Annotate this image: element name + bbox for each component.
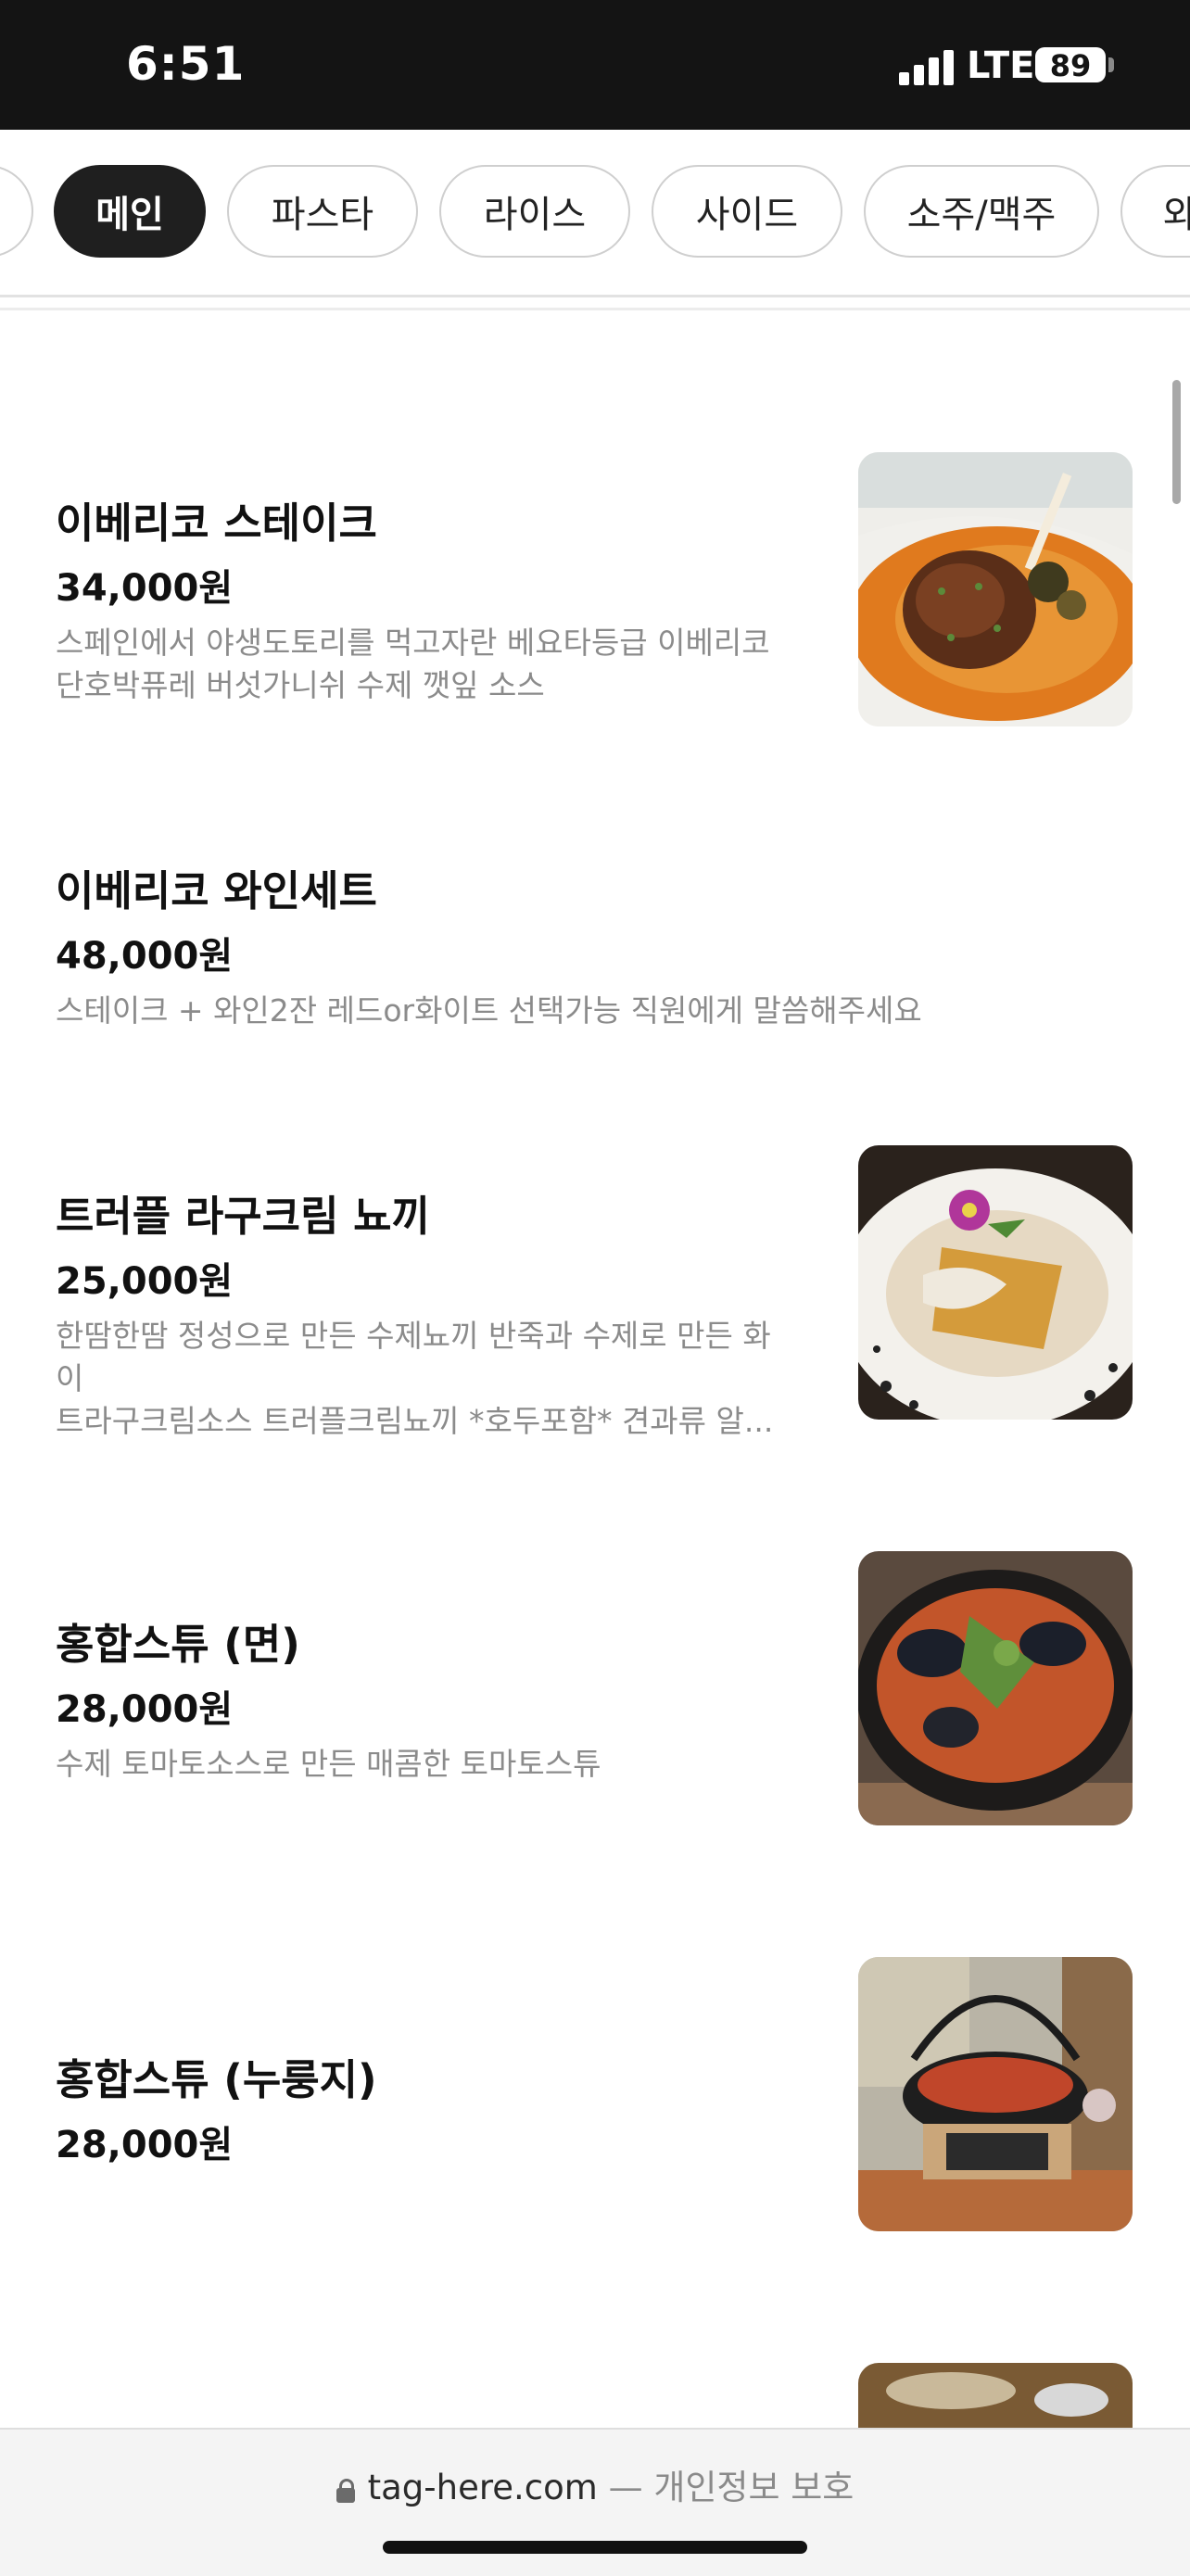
battery-level: 89	[1049, 48, 1092, 83]
tab-soju-beer[interactable]: 소주/맥주	[864, 165, 1099, 258]
network-label: LTE	[967, 44, 1035, 87]
status-bar: 6:51 LTE 89	[0, 0, 1190, 130]
tabs-divider-shadow	[0, 308, 1190, 310]
menu-item-price: 28,000원	[56, 2124, 234, 2166]
tab-previous[interactable]	[0, 165, 33, 258]
menu-item-price: 34,000원	[56, 567, 234, 610]
description-line: 수제 토마토소스로 만든 매콤한 토마토스튜	[56, 1746, 601, 1782]
menu-item-photo-gnocchi[interactable]	[858, 1145, 1133, 1420]
status-time: 6:51	[126, 37, 246, 91]
menu-item-description: 스테이크 + 와인2잔 레드or화이트 선택가능 직원에게 말씀해주세요	[56, 990, 1075, 1032]
menu-item-description: 스페인에서 야생도토리를 먹고자란 베요타등급 이베리코 단호박퓨레 버섯가니쉬…	[56, 622, 788, 707]
menu-item-title[interactable]: 홍합스튜 (면)	[56, 1610, 300, 1671]
description-line: 한땀한땀 정성으로 만든 수제뇨끼 반죽과 수제로 만든 화이	[56, 1318, 771, 1396]
description-line: 스테이크 + 와인2잔 레드or화이트 선택가능 직원에게 말씀해주세요	[56, 992, 922, 1029]
url-domain[interactable]: tag-here.com	[368, 2468, 598, 2507]
url-row[interactable]: tag-here.com — 개인정보 보호	[0, 2459, 1190, 2509]
menu-item-price: 48,000원	[56, 935, 234, 978]
menu-item-photo-stew-noodle[interactable]	[858, 1551, 1133, 1825]
url-separator: —	[597, 2468, 654, 2507]
menu-item-photo-next[interactable]	[858, 2363, 1133, 2428]
menu-item-title[interactable]: 홍합스튜 (누룽지)	[56, 2046, 377, 2106]
battery-icon: 89	[1035, 47, 1106, 83]
menu-item-description: 수제 토마토소스로 만든 매콤한 토마토스튜	[56, 1743, 788, 1786]
menu-item-title[interactable]: 이베리코 스테이크	[56, 489, 377, 549]
home-indicator[interactable]	[383, 2541, 807, 2554]
battery-cap	[1108, 57, 1114, 72]
tabs-divider	[0, 295, 1190, 297]
description-line: 단호박퓨레 버섯가니쉬 수제 깻잎 소스	[56, 667, 545, 703]
tab-rice[interactable]: 라이스	[439, 165, 630, 258]
scrollbar-thumb[interactable]	[1172, 380, 1181, 504]
browser-address-bar[interactable]: tag-here.com — 개인정보 보호	[0, 2428, 1190, 2576]
menu-item-price: 28,000원	[56, 1688, 234, 1731]
lock-icon	[335, 2479, 355, 2503]
menu-item-photo-steak[interactable]	[858, 452, 1133, 726]
signal-icon	[899, 48, 956, 85]
menu-item-photo-stew-nurungji[interactable]	[858, 1957, 1133, 2231]
menu-item-title[interactable]: 트러플 라구크림 뇨끼	[56, 1182, 430, 1243]
tab-wine[interactable]: 와	[1120, 165, 1190, 258]
tab-side[interactable]: 사이드	[652, 165, 842, 258]
menu-item-price: 25,000원	[56, 1260, 234, 1303]
menu-item-description: 한땀한땀 정성으로 만든 수제뇨끼 반죽과 수제로 만든 화이 트라구크림소스 …	[56, 1315, 788, 1443]
tab-main[interactable]: 메인	[54, 165, 206, 258]
description-line: 트라구크림소스 트러플크림뇨끼 *호두포함* 견과류 알...	[56, 1403, 774, 1439]
description-line: 스페인에서 야생도토리를 먹고자란 베요타등급 이베리코	[56, 625, 770, 661]
privacy-label: 개인정보 보호	[653, 2468, 855, 2507]
menu-item-title[interactable]: 이베리코 와인세트	[56, 857, 377, 917]
category-tabs: 메인 파스타 라이스 사이드 소주/맥주 와	[0, 130, 1190, 306]
tab-pasta[interactable]: 파스타	[227, 165, 418, 258]
